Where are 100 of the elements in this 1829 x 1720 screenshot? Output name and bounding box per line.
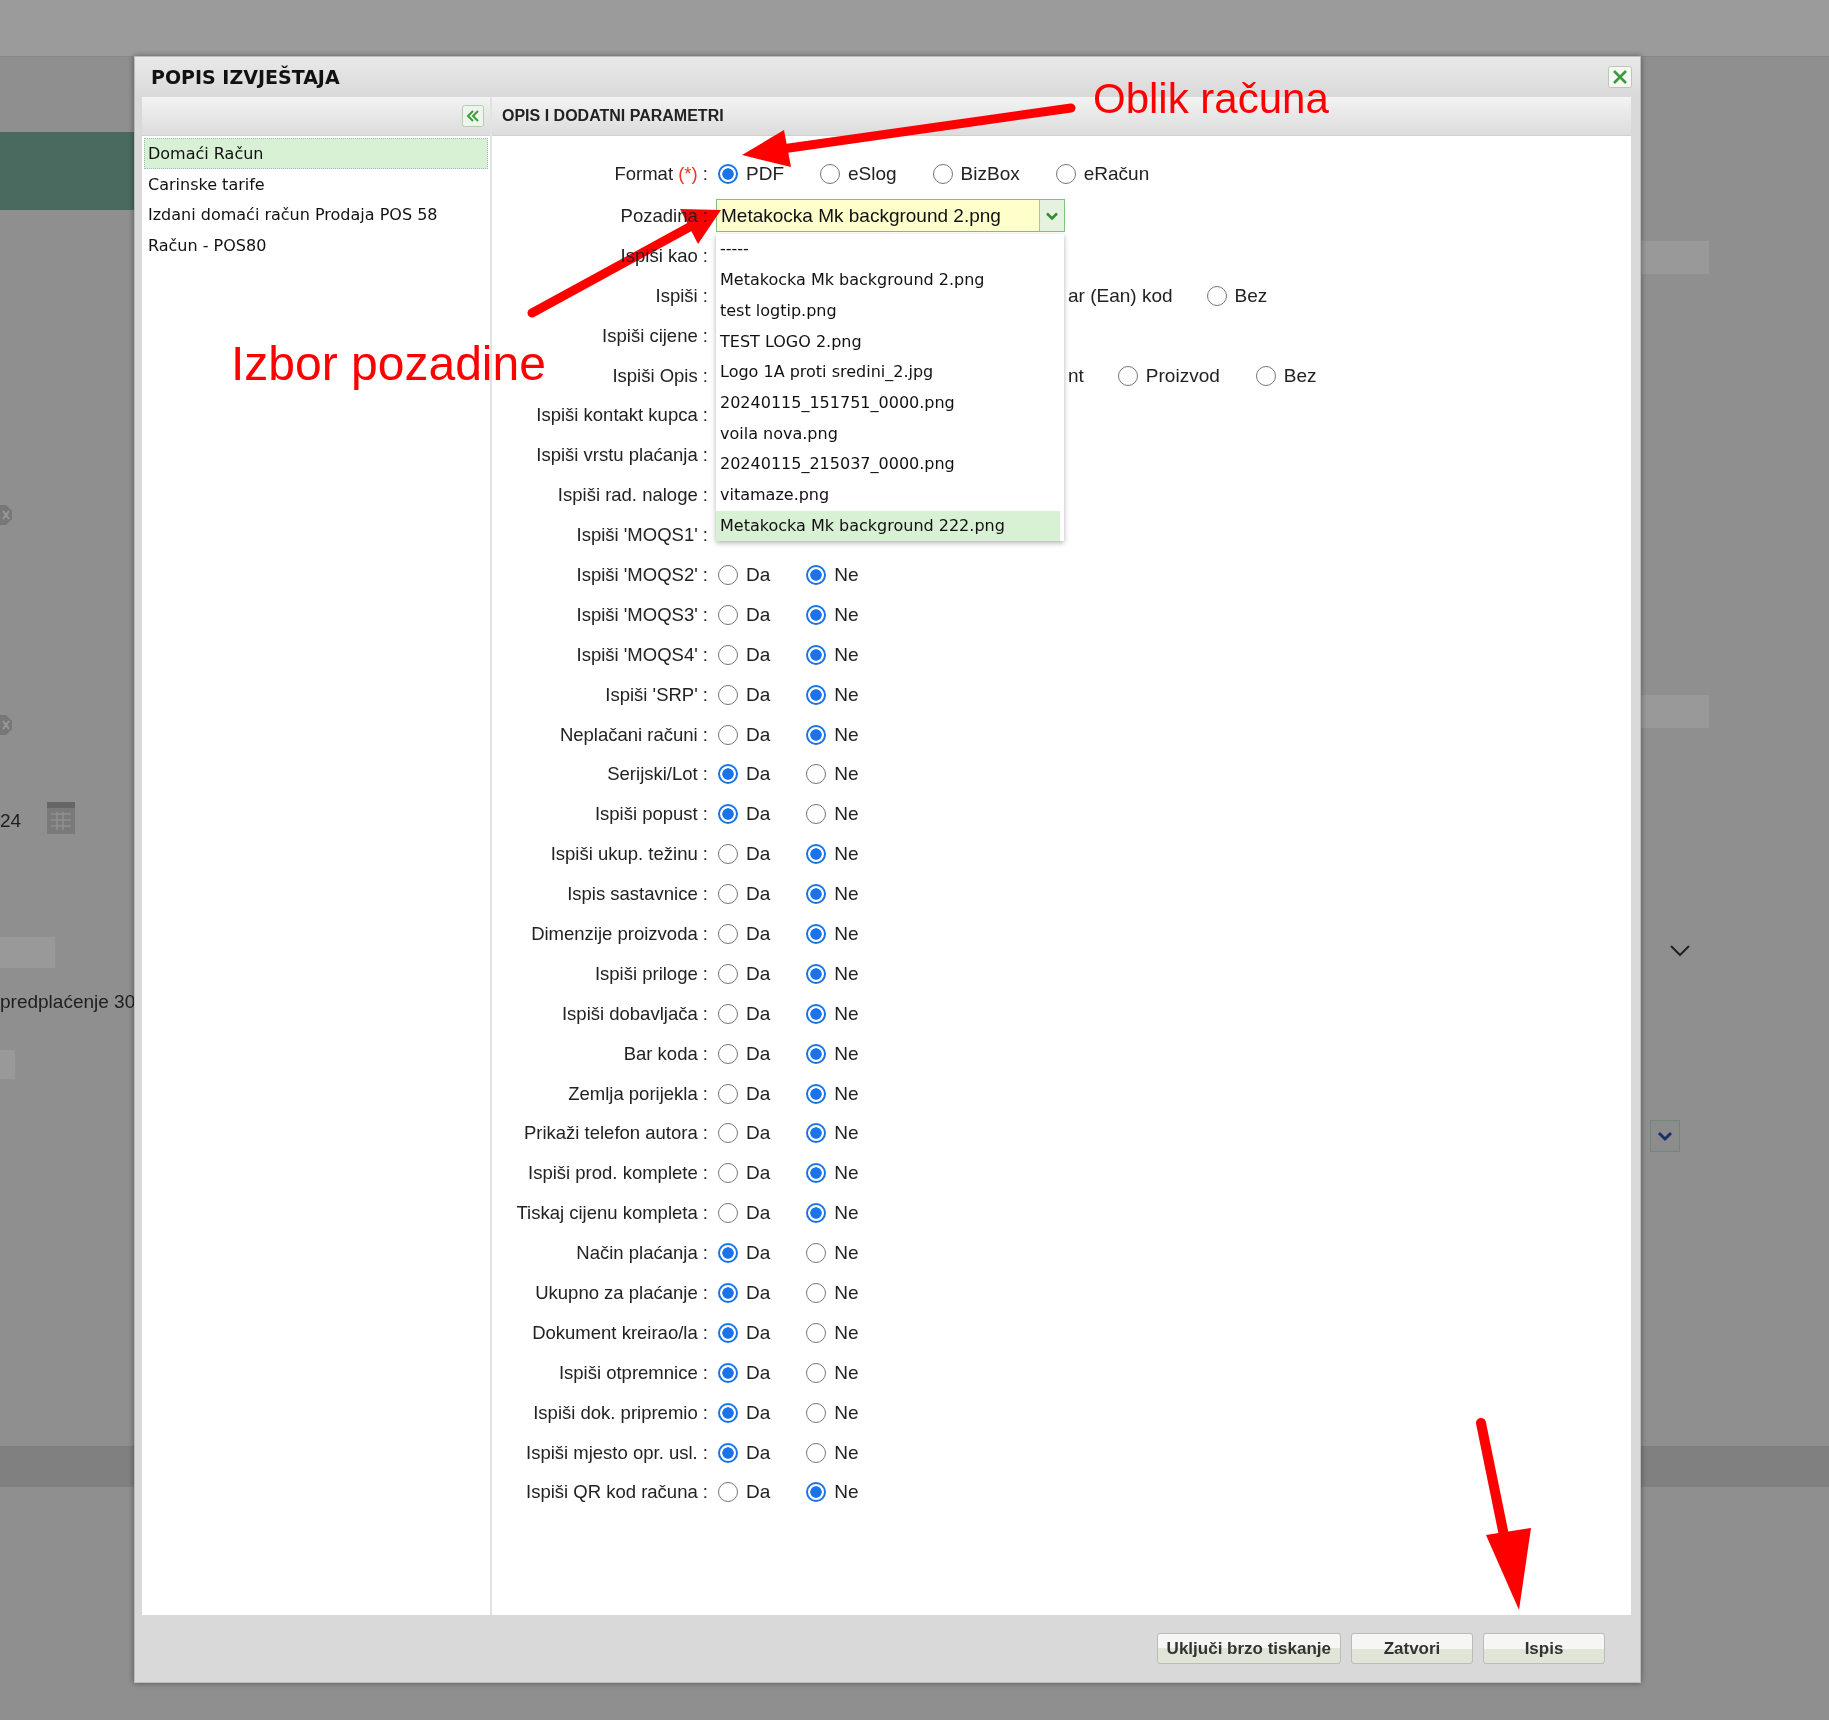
option-label: Ne bbox=[834, 922, 859, 945]
radio-button[interactable] bbox=[806, 1243, 827, 1264]
radio-button[interactable] bbox=[806, 644, 827, 665]
field-label: Ispiši vrstu plaćanja : bbox=[536, 444, 708, 466]
radio-button[interactable] bbox=[806, 1123, 827, 1144]
dialog-button[interactable]: Zatvori bbox=[1351, 1633, 1473, 1664]
radio-button[interactable] bbox=[806, 604, 827, 625]
radio-button[interactable] bbox=[806, 1442, 827, 1463]
radio-button[interactable] bbox=[718, 1203, 738, 1224]
dropdown-option[interactable]: ----- bbox=[716, 234, 1064, 266]
field-label: Ispiši cijene : bbox=[602, 324, 708, 346]
radio-button[interactable] bbox=[718, 684, 738, 705]
radio-button[interactable] bbox=[718, 923, 738, 944]
radio-button[interactable] bbox=[806, 1482, 827, 1503]
report-item[interactable]: Račun - POS80 bbox=[144, 230, 488, 261]
radio-button[interactable] bbox=[718, 1083, 738, 1104]
radio-button[interactable] bbox=[806, 804, 827, 825]
radio-button[interactable] bbox=[806, 1402, 827, 1423]
radio-button[interactable] bbox=[718, 644, 738, 665]
panel-title: OPIS I DODATNI PARAMETRI bbox=[501, 107, 724, 125]
radio-button[interactable] bbox=[718, 1243, 738, 1264]
radio-button[interactable] bbox=[718, 963, 738, 984]
radio-button[interactable] bbox=[1206, 285, 1227, 306]
field-label: Ispiši 'MOQS3' : bbox=[576, 603, 708, 625]
background-select[interactable]: Metakocka Mk background 2.png bbox=[716, 199, 1065, 233]
field-label: Ispiši : bbox=[655, 284, 708, 306]
dropdown-option[interactable]: voila nova.png bbox=[716, 418, 1064, 450]
option-label: eRačun bbox=[1083, 163, 1150, 185]
dropdown-option[interactable]: vitamaze.png bbox=[716, 479, 1064, 511]
option-label: Ne bbox=[834, 1122, 859, 1145]
radio-button[interactable] bbox=[806, 1362, 827, 1383]
field-label: Format (*) : bbox=[614, 163, 708, 184]
radio-button[interactable] bbox=[718, 564, 738, 585]
radio-button[interactable] bbox=[718, 1163, 738, 1184]
option-label: ar (Ean) kod bbox=[1068, 284, 1173, 307]
field-label: Ispiši dok. pripremio : bbox=[533, 1401, 708, 1423]
radio-button[interactable] bbox=[718, 1003, 738, 1024]
radio-button[interactable] bbox=[718, 844, 738, 865]
radio-button[interactable] bbox=[718, 764, 738, 785]
annotation-text: Izbor pozadine bbox=[231, 340, 546, 388]
report-item[interactable]: Izdani domaći račun Prodaja POS 58 bbox=[144, 199, 488, 231]
option-label: Ne bbox=[834, 1481, 859, 1504]
radio-button[interactable] bbox=[806, 1283, 827, 1303]
radio-button[interactable] bbox=[718, 1283, 738, 1303]
option-label: Da bbox=[746, 683, 771, 706]
option-label: Da bbox=[746, 922, 771, 945]
radio-button[interactable] bbox=[806, 884, 827, 905]
option-label: Ne bbox=[834, 1282, 859, 1304]
radio-button[interactable] bbox=[718, 1402, 738, 1423]
radio-button[interactable] bbox=[718, 1362, 738, 1383]
radio-button[interactable] bbox=[806, 724, 827, 745]
option-label: Da bbox=[746, 1282, 771, 1304]
option-label: Proizvod bbox=[1145, 364, 1220, 387]
field-label: Bar koda : bbox=[623, 1042, 708, 1064]
dropdown-option[interactable]: 20240115_151751_0000.png bbox=[716, 387, 1064, 419]
chevron-down-icon[interactable] bbox=[1039, 200, 1064, 232]
radio-button[interactable] bbox=[806, 1163, 827, 1184]
dropdown-option[interactable]: Metakocka Mk background 222.png bbox=[716, 510, 1060, 542]
radio-button[interactable] bbox=[718, 604, 738, 625]
radio-button[interactable] bbox=[718, 1123, 738, 1144]
option-label: Ne bbox=[834, 962, 859, 985]
radio-button[interactable] bbox=[806, 1322, 827, 1343]
radio-button[interactable] bbox=[718, 804, 738, 825]
field-label: Ispiši QR kod računa : bbox=[526, 1481, 708, 1503]
radio-button[interactable] bbox=[806, 923, 827, 944]
report-item[interactable]: Carinske tarife bbox=[144, 168, 488, 200]
dropdown-option[interactable]: Logo 1A proti sredini_2.jpg bbox=[716, 357, 1064, 388]
radio-button[interactable] bbox=[806, 684, 827, 705]
dropdown-option[interactable]: TEST LOGO 2.png bbox=[716, 326, 1064, 358]
radio-button[interactable] bbox=[718, 724, 738, 745]
dialog-button[interactable]: Ispis bbox=[1483, 1633, 1605, 1664]
radio-button[interactable] bbox=[806, 1003, 827, 1024]
radio-button[interactable] bbox=[1255, 365, 1276, 386]
radio-button[interactable] bbox=[806, 764, 827, 785]
radio-button[interactable] bbox=[1055, 164, 1076, 184]
option-label: Da bbox=[746, 962, 771, 985]
radio-button[interactable] bbox=[806, 1203, 827, 1224]
dropdown-option[interactable]: Metakocka Mk background 2.png bbox=[716, 265, 1064, 296]
radio-button[interactable] bbox=[806, 963, 827, 984]
report-item[interactable]: Domaći Račun bbox=[144, 138, 488, 169]
option-label: Da bbox=[746, 1481, 771, 1504]
radio-button[interactable] bbox=[806, 564, 827, 585]
radio-button[interactable] bbox=[718, 1322, 738, 1343]
radio-button[interactable] bbox=[718, 884, 738, 905]
radio-button[interactable] bbox=[718, 1442, 738, 1463]
radio-button[interactable] bbox=[1117, 365, 1138, 386]
field-label: Ispiši otpremnice : bbox=[558, 1361, 708, 1383]
radio-button[interactable] bbox=[820, 164, 840, 184]
radio-button[interactable] bbox=[718, 1043, 738, 1064]
radio-button[interactable] bbox=[718, 1482, 738, 1503]
radio-button[interactable] bbox=[718, 164, 738, 184]
dialog-button[interactable]: Uključi brzo tiskanje bbox=[1156, 1633, 1341, 1664]
dropdown-option[interactable]: test logtip.png bbox=[716, 295, 1064, 327]
radio-button[interactable] bbox=[806, 1043, 827, 1064]
dropdown-option[interactable]: 20240115_215037_0000.png bbox=[716, 449, 1064, 480]
radio-button[interactable] bbox=[932, 164, 953, 184]
radio-button[interactable] bbox=[806, 1083, 827, 1104]
radio-button[interactable] bbox=[806, 844, 827, 865]
close-icon[interactable] bbox=[1608, 66, 1632, 88]
collapse-icon[interactable] bbox=[462, 105, 484, 127]
